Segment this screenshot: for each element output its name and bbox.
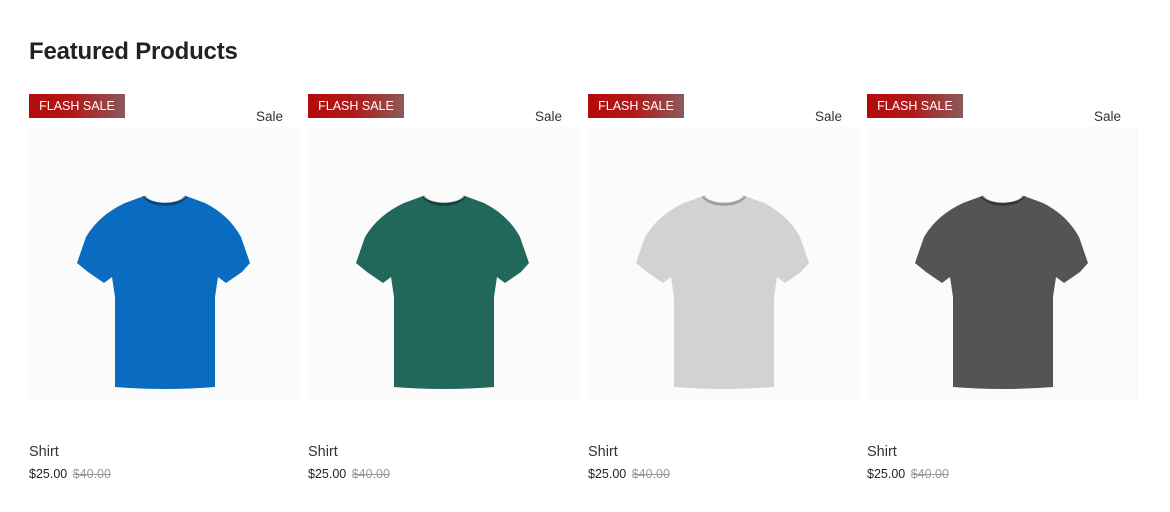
sale-label: Sale: [534, 109, 562, 124]
current-price: $25.00: [588, 467, 627, 481]
product-card[interactable]: FLASH SALE Sale Shirt $25.00 $40.00: [29, 94, 300, 489]
product-card[interactable]: FLASH SALE Sale Shirt $25.00 $40.00: [867, 94, 1138, 489]
price-row: $25.00 $40.00: [308, 467, 390, 481]
price-row: $25.00 $40.00: [588, 467, 670, 481]
current-price: $25.00: [867, 467, 906, 481]
flash-sale-badge: FLASH SALE: [867, 94, 963, 118]
product-image[interactable]: [867, 127, 1138, 400]
product-name[interactable]: Shirt: [29, 444, 59, 460]
current-price: $25.00: [308, 467, 347, 481]
original-price: $40.00: [351, 467, 390, 481]
tshirt-icon: [356, 194, 529, 389]
product-image[interactable]: [308, 127, 579, 400]
sale-label: Sale: [814, 109, 842, 124]
section-title: Featured Products: [29, 38, 238, 65]
product-image[interactable]: [588, 127, 859, 400]
flash-sale-badge: FLASH SALE: [308, 94, 404, 118]
original-price: $40.00: [631, 467, 670, 481]
flash-sale-badge: FLASH SALE: [29, 94, 125, 118]
flash-sale-badge: FLASH SALE: [588, 94, 684, 118]
price-row: $25.00 $40.00: [29, 467, 111, 481]
original-price: $40.00: [910, 467, 949, 481]
product-image[interactable]: [29, 127, 300, 400]
product-card[interactable]: FLASH SALE Sale Shirt $25.00 $40.00: [588, 94, 859, 489]
tshirt-icon: [77, 194, 250, 389]
sale-label: Sale: [255, 109, 283, 124]
product-name[interactable]: Shirt: [588, 444, 618, 460]
sale-label: Sale: [1093, 109, 1121, 124]
product-name[interactable]: Shirt: [867, 444, 897, 460]
product-grid: FLASH SALE Sale Shirt $25.00 $40.00 FLAS…: [29, 94, 1139, 494]
original-price: $40.00: [72, 467, 111, 481]
tshirt-icon: [636, 194, 809, 389]
price-row: $25.00 $40.00: [867, 467, 949, 481]
current-price: $25.00: [29, 467, 68, 481]
product-name[interactable]: Shirt: [308, 444, 338, 460]
tshirt-icon: [915, 194, 1088, 389]
product-card[interactable]: FLASH SALE Sale Shirt $25.00 $40.00: [308, 94, 579, 489]
